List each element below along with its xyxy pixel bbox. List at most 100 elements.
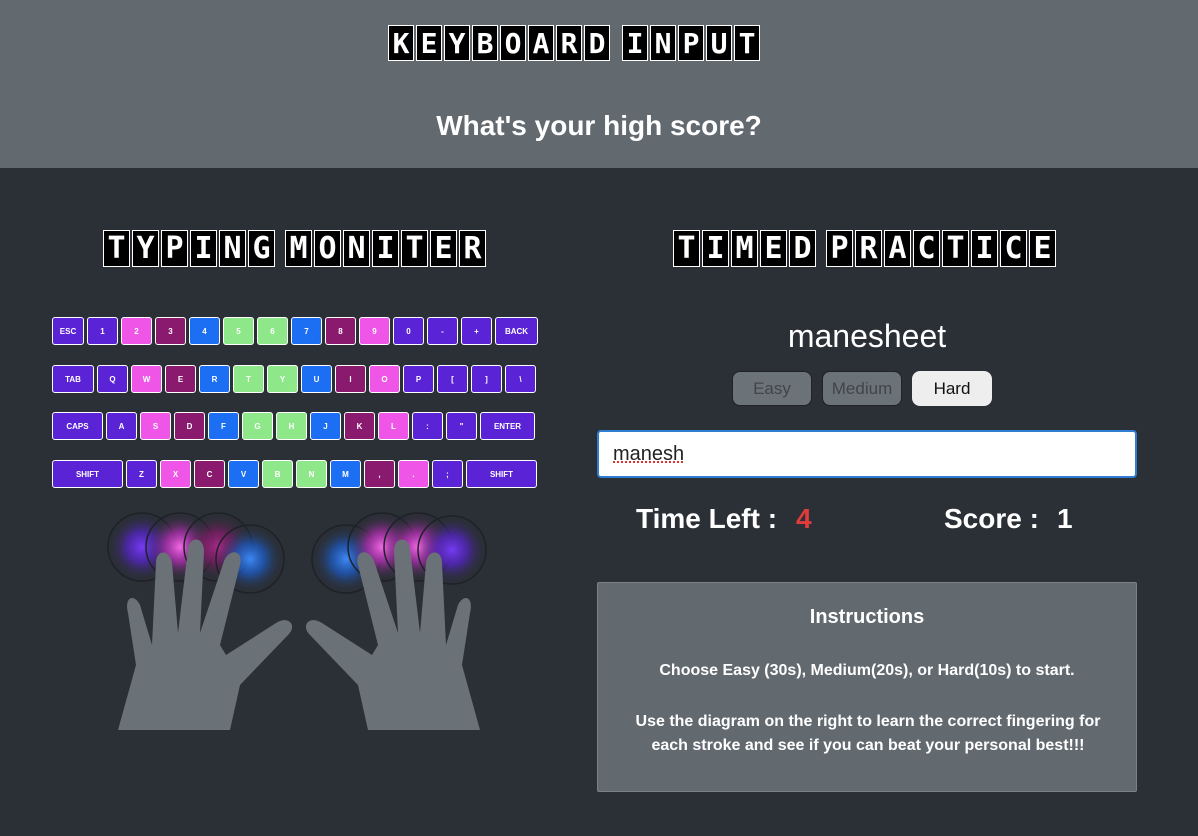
title-letter-tile: E [760,230,787,267]
key-esc: ESC [52,317,84,345]
title-letter-tile: I [971,230,998,267]
title-letter-tile: R [556,25,582,61]
title-letter-tile: T [734,25,760,61]
instructions-panel: Instructions Choose Easy (30s), Medium(2… [597,582,1137,792]
score-label: Score : [944,503,1039,534]
key-x: X [160,460,191,488]
key-w: W [131,365,162,393]
keyboard-row: TAB Q W E R T Y U I O P[] \ [52,365,539,393]
title-letter-tile: P [826,230,853,267]
site-title: KEYBOARDINPUT [388,25,760,61]
hands-diagram [107,512,487,730]
title-spacer [277,230,283,267]
key-1: 1 [87,317,118,345]
key-: " [446,412,477,440]
title-letter-tile: Y [132,230,159,267]
title-letter-tile: M [731,230,758,267]
key-j: J [310,412,341,440]
title-letter-tile: T [942,230,969,267]
key-l: L [378,412,409,440]
key-f: F [208,412,239,440]
key-8: 8 [325,317,356,345]
key-r: R [199,365,230,393]
typing-monitor-title: TYPINGMONITER [103,230,486,267]
key-5: 5 [223,317,254,345]
instructions-line-2: Use the diagram on the right to learn th… [635,713,1101,754]
key-z: Z [126,460,157,488]
key-u: U [301,365,332,393]
key-c: C [194,460,225,488]
title-letter-tile: E [430,230,457,267]
title-letter-tile: G [248,230,275,267]
key-y: Y [267,365,298,393]
key-b: B [262,460,293,488]
title-letter-tile: P [161,230,188,267]
key-a: A [106,412,137,440]
title-letter-tile: C [1000,230,1027,267]
key-: - [427,317,458,345]
key-shift: SHIFT [466,460,537,488]
key-g: G [242,412,273,440]
title-letter-tile: N [219,230,246,267]
title-letter-tile: O [500,25,526,61]
key-i: I [335,365,366,393]
medium-button[interactable]: Medium [822,371,902,406]
title-letter-tile: B [472,25,498,61]
key-0: 0 [393,317,424,345]
title-letter-tile: D [584,25,610,61]
key-d: D [174,412,205,440]
key-n: N [296,460,327,488]
key-3: 3 [155,317,186,345]
title-letter-tile: I [372,230,399,267]
key-4: 4 [189,317,220,345]
key-v: V [228,460,259,488]
key-6: 6 [257,317,288,345]
typing-input-value: manesh [613,443,685,465]
title-letter-tile: I [622,25,648,61]
key-k: K [344,412,375,440]
key-tab: TAB [52,365,94,393]
title-spacer [612,25,620,61]
key-: ; [432,460,463,488]
title-spacer [818,230,824,267]
key-: \ [505,365,536,393]
time-left-label: Time Left : [636,503,778,534]
key-: [ [437,365,468,393]
title-letter-tile: T [673,230,700,267]
title-letter-tile: E [1029,230,1056,267]
key-o: O [369,365,400,393]
hard-button[interactable]: Hard [912,371,992,406]
subtitle: What's your high score? [436,110,762,141]
title-letter-tile: U [706,25,732,61]
key-t: T [233,365,264,393]
key-2: 2 [121,317,152,345]
keyboard-row: CAPS A S D F G H J K L: " ENTER [52,412,538,440]
easy-button[interactable]: Easy [732,371,812,406]
score-value: 1 [1057,503,1073,534]
time-left-value: 4 [796,503,812,534]
key-h: H [276,412,307,440]
key-enter: ENTER [480,412,535,440]
title-letter-tile: N [650,25,676,61]
key-p: P [403,365,434,393]
title-letter-tile: Y [444,25,470,61]
title-letter-tile: T [103,230,130,267]
key-: , [364,460,395,488]
key-: . [398,460,429,488]
key-caps: CAPS [52,412,103,440]
title-letter-tile: E [416,25,442,61]
title-letter-tile: C [913,230,940,267]
key-9: 9 [359,317,390,345]
title-letter-tile: R [855,230,882,267]
title-letter-tile: A [528,25,554,61]
key-e: E [165,365,196,393]
title-letter-tile: R [459,230,486,267]
keyboard-row: SHIFT Z X C V B N M,.; SHIFT [52,460,540,488]
title-letter-tile: P [678,25,704,61]
keyboard-row: ESC 1 2 3 4 5 6 7 8 9 0- + BACK [52,317,541,345]
title-letter-tile: M [285,230,312,267]
key-shift: SHIFT [52,460,123,488]
title-letter-tile: I [702,230,729,267]
title-letter-tile: K [388,25,414,61]
title-letter-tile: O [314,230,341,267]
